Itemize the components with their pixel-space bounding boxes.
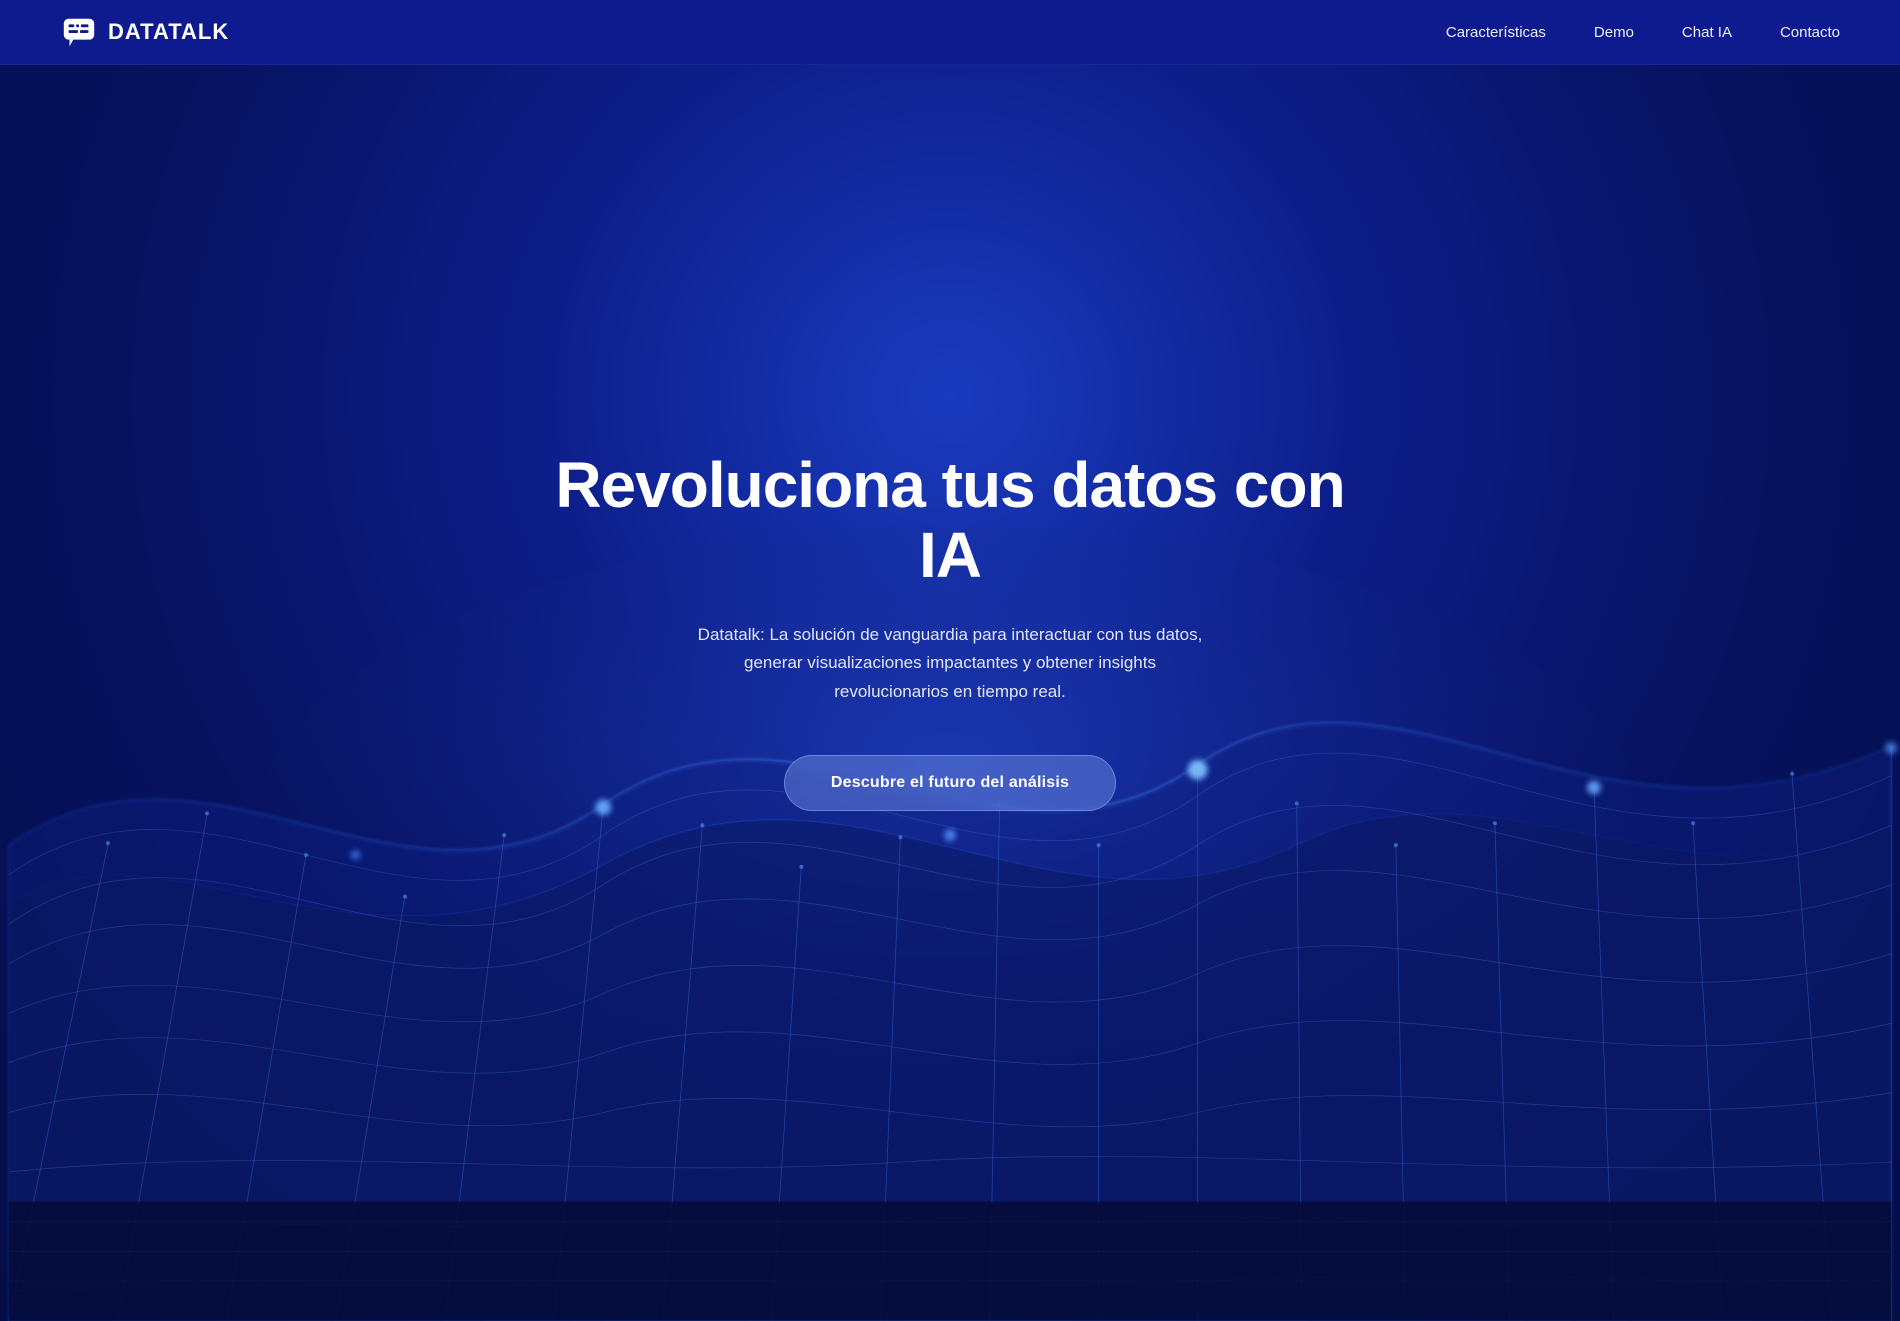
nav-link-demo[interactable]: Demo [1594, 24, 1634, 41]
cta-button[interactable]: Descubre el futuro del análisis [784, 755, 1116, 811]
nav-link-chat-ia[interactable]: Chat IA [1682, 24, 1732, 41]
navbar: DATATALK Características Demo Chat IA Co… [0, 0, 1900, 65]
logo-text: DATATALK [108, 19, 229, 45]
hero-subtitle: Datatalk: La solución de vanguardia para… [685, 621, 1215, 708]
hero-section: Revoluciona tus datos con IA Datatalk: L… [0, 0, 1900, 1321]
logo[interactable]: DATATALK [60, 13, 229, 51]
hero-content: Revoluciona tus datos con IA Datatalk: L… [500, 450, 1400, 811]
hero-title: Revoluciona tus datos con IA [540, 450, 1360, 591]
nav-link-contacto[interactable]: Contacto [1780, 24, 1840, 41]
nav-link-caracteristicas[interactable]: Características [1446, 24, 1546, 41]
nav-links: Características Demo Chat IA Contacto [1446, 24, 1840, 41]
datatalk-logo-icon [60, 13, 98, 51]
